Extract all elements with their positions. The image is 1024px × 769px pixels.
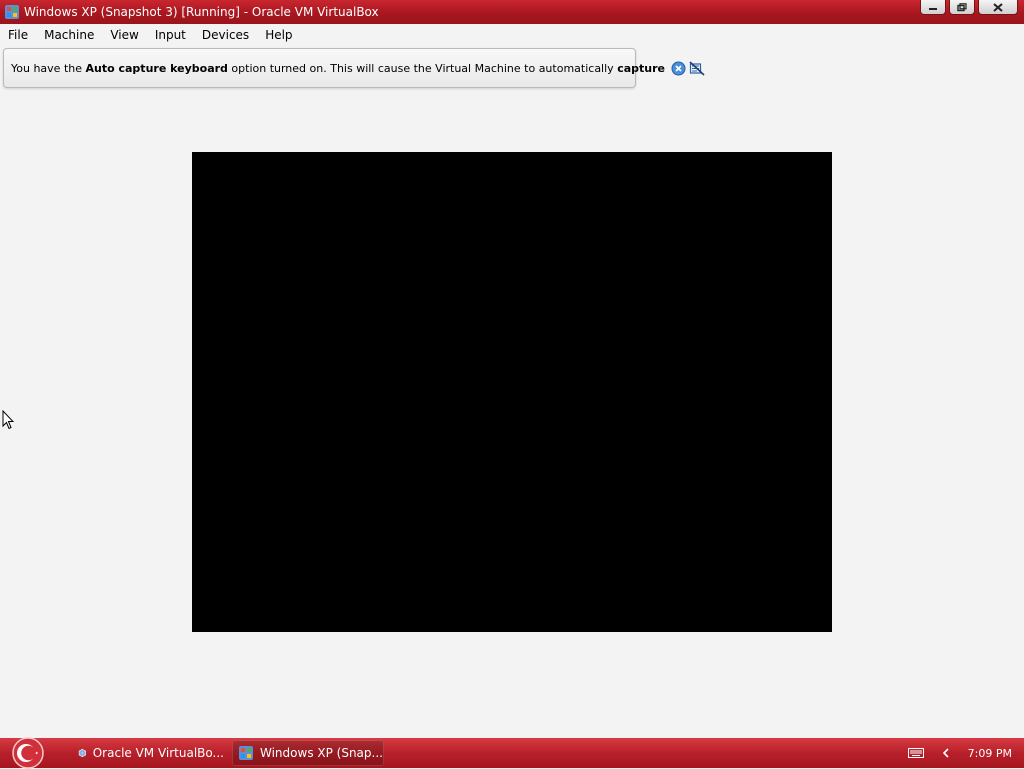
restore-icon	[957, 2, 967, 11]
notice-text-2: option turned on. This will cause the Vi…	[227, 61, 618, 75]
taskbar-item-label: Oracle VM VirtualBo...	[92, 746, 224, 760]
menu-devices[interactable]: Devices	[194, 28, 257, 42]
window-controls	[920, 0, 1018, 15]
close-icon	[993, 2, 1003, 12]
close-button[interactable]	[978, 0, 1018, 15]
system-tray: 7:09 PM	[907, 738, 1012, 768]
notice-actions	[671, 60, 705, 76]
dont-show-again-icon[interactable]	[689, 60, 705, 76]
mouse-cursor-icon	[2, 410, 14, 430]
taskbar-item-windows-xp[interactable]: Windows XP (Snap...	[232, 740, 384, 766]
menu-file[interactable]: File	[0, 28, 36, 42]
taskbar-item-label: Windows XP (Snap...	[260, 746, 383, 760]
taskbar: Oracle VM VirtualBo... Windows XP (Snap.…	[0, 736, 1024, 769]
menu-input[interactable]: Input	[147, 28, 194, 42]
title-bar[interactable]: Windows XP (Snapshot 3) [Running] - Orac…	[0, 0, 1024, 24]
vm-display[interactable]	[192, 152, 832, 632]
virtualbox-icon	[78, 748, 86, 758]
maximize-button[interactable]	[949, 0, 975, 15]
menu-help[interactable]: Help	[257, 28, 300, 42]
taskbar-item-virtualbox[interactable]: Oracle VM VirtualBo...	[72, 740, 224, 766]
minimize-button[interactable]	[920, 0, 946, 15]
menu-bar: File Machine View Input Devices Help	[0, 24, 1024, 46]
chevron-left-icon[interactable]	[942, 748, 950, 758]
notice-close-icon[interactable]	[671, 61, 686, 76]
notice-bold-2: capture	[617, 61, 665, 75]
menu-view[interactable]: View	[102, 28, 146, 42]
notice-message: You have the Auto capture keyboard optio…	[11, 62, 665, 75]
window-title: Windows XP (Snapshot 3) [Running] - Orac…	[24, 5, 379, 19]
start-button[interactable]	[10, 736, 46, 769]
notice-text-1: You have the	[11, 61, 86, 75]
minimize-icon	[929, 8, 937, 10]
keyboard-icon[interactable]	[907, 748, 924, 758]
notice-bold-1: Auto capture keyboard	[85, 61, 228, 75]
clock[interactable]: 7:09 PM	[968, 747, 1012, 760]
auto-capture-notice: You have the Auto capture keyboard optio…	[3, 48, 705, 88]
virtualbox-vm-icon	[5, 5, 19, 19]
menu-machine[interactable]: Machine	[36, 28, 102, 42]
windows-xp-vm-icon	[239, 746, 253, 760]
